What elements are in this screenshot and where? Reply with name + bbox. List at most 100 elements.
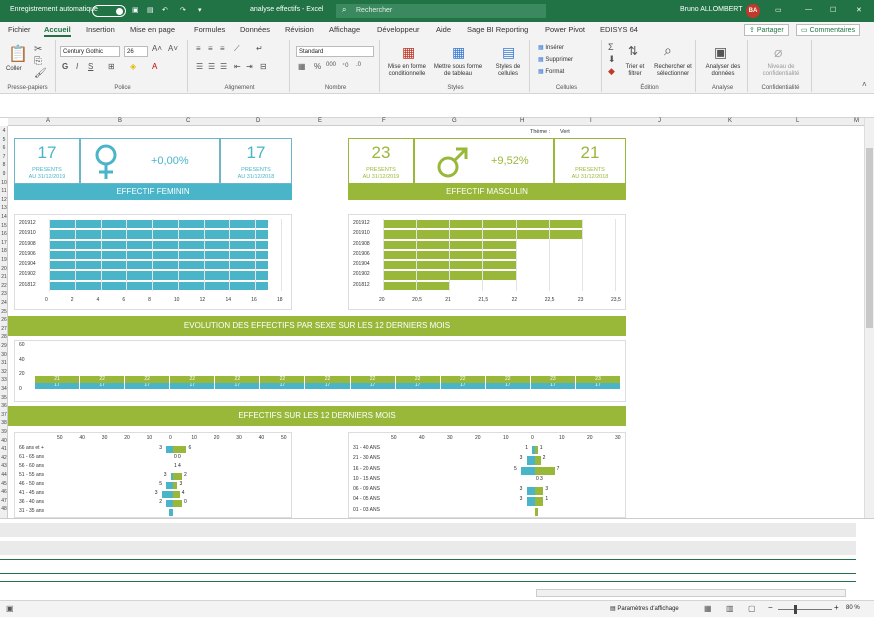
- row-header[interactable]: 15: [0, 223, 8, 229]
- tab-edisys[interactable]: EDISYS 64: [600, 25, 638, 34]
- col-header[interactable]: H: [520, 118, 524, 124]
- fill-icon[interactable]: ⬇: [608, 54, 616, 65]
- thousands-icon[interactable]: 000: [326, 62, 336, 68]
- row-header[interactable]: 30: [0, 352, 8, 358]
- row-header[interactable]: 9: [0, 171, 8, 177]
- col-header[interactable]: M: [854, 118, 859, 124]
- tab-power-pivot[interactable]: Power Pivot: [545, 25, 585, 34]
- row-header[interactable]: 25: [0, 309, 8, 315]
- row-header[interactable]: 38: [0, 420, 8, 426]
- row-header[interactable]: 48: [0, 506, 8, 512]
- col-header[interactable]: G: [452, 118, 457, 124]
- clear-icon[interactable]: ◆: [608, 66, 615, 77]
- paste-icon[interactable]: 📋: [8, 44, 28, 64]
- row-header[interactable]: 27: [0, 326, 8, 332]
- font-color-icon[interactable]: A: [152, 62, 157, 71]
- format-painter-icon[interactable]: 🖌: [34, 68, 47, 79]
- insert-button[interactable]: ▦ Insérer: [538, 44, 564, 51]
- row-header[interactable]: 29: [0, 343, 8, 349]
- evolution-chart[interactable]: 0 20 40 60 17 21 17 22 17 22 17 22 17 22 17 22 17 22 17 22 1…: [14, 340, 626, 402]
- percent-icon[interactable]: %: [314, 62, 321, 71]
- row-header[interactable]: 46: [0, 489, 8, 495]
- col-header[interactable]: A: [46, 118, 50, 124]
- row-header[interactable]: 34: [0, 386, 8, 392]
- row-header[interactable]: 44: [0, 472, 8, 478]
- row-header[interactable]: 36: [0, 403, 8, 409]
- col-header[interactable]: E: [318, 118, 322, 124]
- row-header[interactable]: 26: [0, 317, 8, 323]
- row-header[interactable]: 35: [0, 395, 8, 401]
- quick-print-icon[interactable]: ▤: [147, 6, 154, 14]
- analyze-data-button[interactable]: Analyser des données: [700, 64, 746, 78]
- copy-icon[interactable]: ⎘: [34, 56, 42, 67]
- table-format-button[interactable]: Mettre sous forme de tableau: [432, 64, 484, 78]
- page-layout-icon[interactable]: ▥: [726, 604, 734, 613]
- theme-value[interactable]: Vert: [560, 129, 570, 135]
- row-header[interactable]: 18: [0, 248, 8, 254]
- age-pyramid-chart[interactable]: 50 40 30 20 10 0 10 20 30 40 50 66 ans et +61 - 65 …: [14, 432, 292, 518]
- sensitivity-icon[interactable]: ⌀: [774, 44, 782, 61]
- outdent-icon[interactable]: ⇥: [246, 62, 253, 71]
- increase-decimal-icon[interactable]: ⁺0: [342, 62, 349, 69]
- vertical-scroll-thumb[interactable]: [866, 148, 873, 328]
- male-monthly-chart[interactable]: 201912 201910 201908 201906 201904 201902 2018…: [348, 214, 626, 310]
- row-header[interactable]: 8: [0, 162, 8, 168]
- cell-styles-icon[interactable]: ▤: [502, 44, 515, 61]
- wrap-text-icon[interactable]: ↵: [256, 44, 263, 53]
- comments-button[interactable]: ▭ Commentaires: [796, 24, 861, 36]
- tab-developpeur[interactable]: Développeur: [377, 25, 420, 34]
- row-header[interactable]: 40: [0, 438, 8, 444]
- row-header[interactable]: 31: [0, 360, 8, 366]
- row-header[interactable]: 20: [0, 266, 8, 272]
- analyze-data-icon[interactable]: ▣: [714, 44, 727, 61]
- align-bottom-icon[interactable]: ≡: [220, 44, 225, 53]
- tab-aide[interactable]: Aide: [436, 25, 451, 34]
- macro-record-icon[interactable]: ▣: [6, 604, 14, 613]
- tab-accueil[interactable]: Accueil: [44, 25, 71, 37]
- row-header[interactable]: 6: [0, 145, 8, 151]
- row-header[interactable]: 32: [0, 369, 8, 375]
- row-header[interactable]: 28: [0, 334, 8, 340]
- paste-label[interactable]: Coller: [6, 66, 22, 72]
- col-header[interactable]: I: [590, 118, 592, 124]
- find-select-icon[interactable]: ⌕: [664, 42, 672, 59]
- align-left-icon[interactable]: ☰: [196, 62, 203, 71]
- decrease-font-icon[interactable]: A˅: [168, 44, 178, 53]
- zoom-slider-thumb[interactable]: [794, 605, 797, 614]
- row-header[interactable]: 24: [0, 300, 8, 306]
- align-center-icon[interactable]: ☰: [208, 62, 215, 71]
- undo-icon[interactable]: ↶: [162, 6, 168, 14]
- worksheet[interactable]: Thème : Vert 17 PRESENTS AU 31/12/2019 +…: [8, 126, 864, 518]
- format-button[interactable]: ▦ Format: [538, 68, 564, 75]
- share-button[interactable]: ⇪ Partager: [744, 24, 789, 36]
- row-header[interactable]: 10: [0, 180, 8, 186]
- sensitivity-button[interactable]: Niveau de confidentialité: [752, 64, 810, 78]
- display-settings-button[interactable]: ▤ Paramètres d'affichage: [610, 605, 679, 612]
- borders-icon[interactable]: ⊞: [108, 62, 115, 71]
- find-select-button[interactable]: Rechercher et sélectionner: [650, 64, 696, 78]
- zoom-in-icon[interactable]: +: [834, 603, 839, 612]
- tab-sage-bi[interactable]: Sage BI Reporting: [467, 25, 528, 34]
- italic-icon[interactable]: I: [76, 62, 78, 71]
- col-header[interactable]: L: [796, 118, 799, 124]
- autosave-toggle[interactable]: [92, 5, 126, 17]
- font-name-select[interactable]: Century Gothic: [60, 46, 120, 57]
- redo-icon[interactable]: ↷: [180, 6, 186, 14]
- orientation-icon[interactable]: ⟋: [234, 44, 240, 54]
- col-header[interactable]: C: [186, 118, 190, 124]
- row-header[interactable]: 21: [0, 274, 8, 280]
- normal-view-icon[interactable]: ▦: [704, 604, 712, 613]
- number-format-select[interactable]: Standard: [296, 46, 374, 57]
- search-box[interactable]: ⌕ Rechercher: [336, 4, 546, 18]
- seniority-pyramid-chart[interactable]: 50 40 30 20 10 0 10 20 30 31 - 40 ANS 21 - 30 ANS 1…: [348, 432, 626, 518]
- row-header[interactable]: 37: [0, 412, 8, 418]
- row-header[interactable]: 4: [0, 128, 8, 134]
- formula-bar[interactable]: [0, 94, 874, 118]
- close-icon[interactable]: ✕: [856, 6, 862, 14]
- row-header[interactable]: 16: [0, 231, 8, 237]
- minimize-icon[interactable]: —: [805, 6, 812, 13]
- row-header[interactable]: 14: [0, 214, 8, 220]
- avatar[interactable]: BA: [746, 4, 760, 18]
- tab-fichier[interactable]: Fichier: [8, 25, 31, 34]
- autosum-icon[interactable]: Σ: [608, 42, 614, 52]
